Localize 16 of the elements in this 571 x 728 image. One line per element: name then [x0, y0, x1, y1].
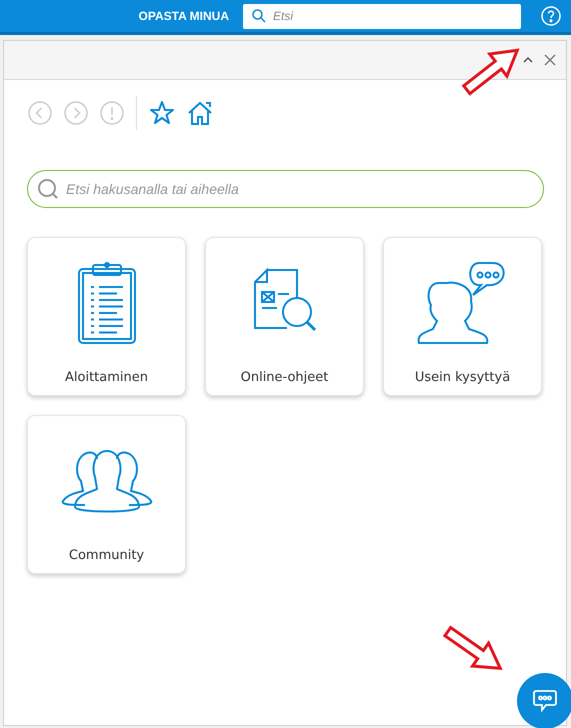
app-title: OPASTA MINUA [138, 9, 229, 23]
star-icon[interactable] [149, 100, 175, 126]
home-icon[interactable] [187, 100, 213, 126]
chat-icon [532, 689, 558, 713]
search-field[interactable]: Etsi [243, 4, 521, 28]
clipboard-icon [76, 261, 136, 345]
close-icon[interactable] [544, 54, 556, 66]
help-icon[interactable] [541, 6, 561, 26]
search-icon [252, 9, 266, 23]
topic-card[interactable]: Online-ohjeet [205, 237, 364, 396]
search-icon [37, 178, 59, 200]
people-group-icon [60, 447, 152, 515]
topic-card[interactable]: Usein kysyttyä [383, 237, 542, 396]
topic-card[interactable]: Aloittaminen [27, 237, 186, 396]
topic-card[interactable]: Community [27, 415, 186, 574]
topic-search-field[interactable]: Etsi hakusanalla tai aiheella [27, 170, 544, 208]
